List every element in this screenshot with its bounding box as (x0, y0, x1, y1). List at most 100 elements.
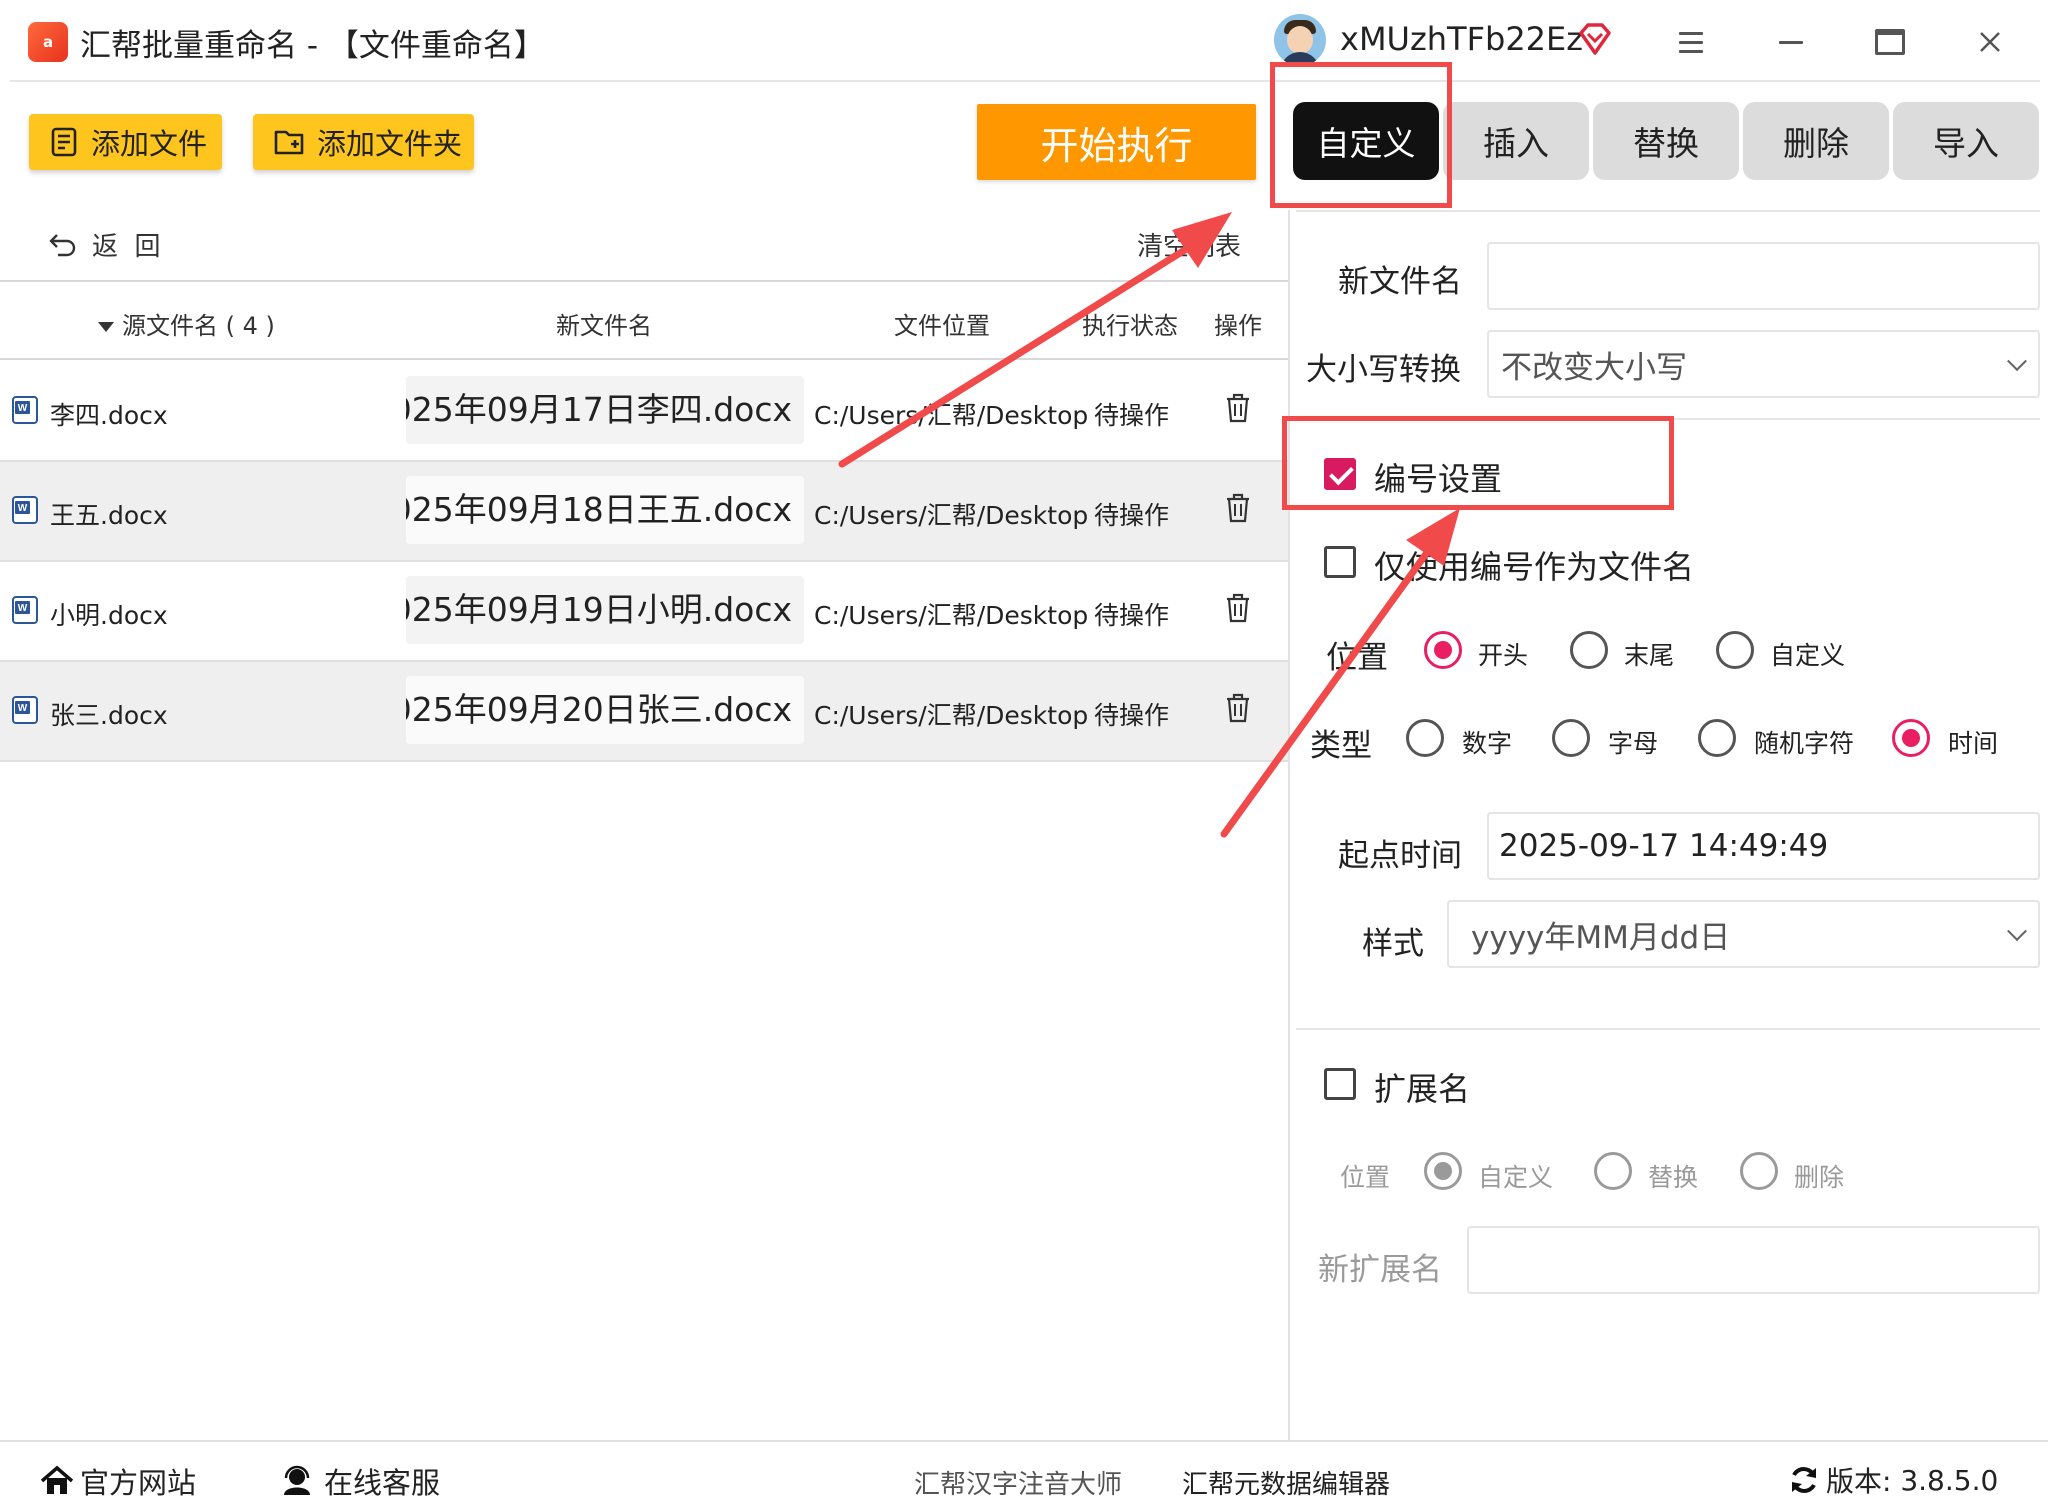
type-random-radio[interactable] (1698, 719, 1736, 757)
headset-icon (284, 1465, 310, 1495)
window-title: 汇帮批量重命名 - 【文件重命名】 (80, 28, 545, 64)
file-location: C:/Users/汇帮/Desktop (814, 501, 1089, 530)
file-location: C:/Users/汇帮/Desktop (814, 601, 1089, 630)
tab-import[interactable]: 导入 (1893, 102, 2039, 180)
ext-delete-radio[interactable] (1740, 1152, 1778, 1190)
menu-icon[interactable] (1667, 18, 1715, 66)
case-conversion-label: 大小写转换 (1306, 352, 1461, 388)
new-extension-input[interactable] (1467, 1226, 2040, 1294)
back-button[interactable]: 返 回 (48, 226, 161, 263)
position-end-radio[interactable] (1570, 631, 1608, 669)
version-info: 版本: 3.8.5.0 (1788, 1460, 1998, 1500)
header-source[interactable]: 源文件名 ( 4 ) (98, 306, 275, 341)
tab-delete[interactable]: 删除 (1743, 102, 1889, 180)
word-doc-icon: W (12, 696, 38, 724)
status-badge: 待操作 (1094, 501, 1170, 530)
source-filename: 小明.docx (50, 601, 168, 630)
trash-icon[interactable] (1224, 392, 1252, 424)
new-filename-field[interactable]: 2025年09月20日张三.docx (406, 676, 804, 744)
ext-delete-label: 删除 (1794, 1163, 1845, 1192)
minimize-button[interactable] (1767, 18, 1815, 66)
new-filename-field[interactable]: 2025年09月19日小明.docx (406, 576, 804, 644)
new-filename-field[interactable]: 2025年09月17日李四.docx (406, 376, 804, 444)
close-button[interactable] (1966, 18, 2014, 66)
user-avatar[interactable] (1274, 14, 1326, 66)
settings-divider (1296, 1028, 2040, 1030)
trash-icon[interactable] (1224, 692, 1252, 724)
trash-icon[interactable] (1224, 592, 1252, 624)
svg-text:W: W (18, 503, 28, 514)
home-icon (40, 1465, 74, 1494)
type-time-label: 时间 (1948, 729, 1999, 758)
pinyin-app-link[interactable]: 汇帮汉字注音大师 (914, 1464, 1122, 1501)
type-random-label: 随机字符 (1754, 729, 1855, 758)
start-button[interactable]: 开始执行 (977, 104, 1256, 180)
ext-custom-radio[interactable] (1424, 1152, 1462, 1190)
add-folder-button[interactable]: 添加文件夹 (253, 114, 474, 170)
extension-checkbox[interactable] (1324, 1068, 1356, 1100)
position-custom-label: 自定义 (1770, 641, 1846, 670)
chevron-down-icon (2007, 921, 2027, 942)
tab-replace[interactable]: 替换 (1593, 102, 1739, 180)
folder-add-icon (273, 126, 307, 158)
app-logo-icon: a (28, 22, 68, 62)
source-filename: 王五.docx (50, 501, 168, 530)
source-filename: 张三.docx (50, 701, 168, 730)
back-label: 返 回 (92, 232, 161, 262)
tab-insert[interactable]: 插入 (1443, 102, 1589, 180)
new-filename-label: 新文件名 (1338, 264, 1462, 300)
table-row[interactable]: W 王五.docx 2025年09月18日王五.docx C:/Users/汇帮… (0, 462, 1288, 562)
svg-text:W: W (18, 403, 28, 414)
type-letter-label: 字母 (1608, 729, 1659, 758)
ext-replace-radio[interactable] (1594, 1152, 1632, 1190)
date-style-select[interactable]: yyyy年MM月dd日 (1447, 900, 2040, 968)
maximize-button[interactable] (1866, 18, 1914, 66)
official-site-link[interactable]: 官方网站 (40, 1460, 196, 1502)
vip-diamond-icon[interactable] (1578, 22, 1612, 56)
add-file-button[interactable]: 添加文件 (29, 114, 222, 170)
status-bar: 官方网站 在线客服 汇帮汉字注音大师 汇帮元数据编辑器 版本: 3.8.5.0 (0, 1440, 2048, 1510)
type-time-radio[interactable] (1892, 719, 1930, 757)
status-badge: 待操作 (1094, 401, 1170, 430)
svg-text:W: W (18, 603, 28, 614)
add-file-label: 添加文件 (91, 127, 208, 161)
table-row[interactable]: W 小明.docx 2025年09月19日小明.docx C:/Users/汇帮… (0, 562, 1288, 662)
start-time-label: 起点时间 (1338, 838, 1462, 874)
online-support-link[interactable]: 在线客服 (280, 1460, 440, 1502)
annotation-box-custom-tab (1270, 62, 1452, 208)
clear-list-button[interactable]: 清空列表 (1137, 226, 1241, 263)
type-number-label: 数字 (1462, 729, 1513, 758)
status-badge: 待操作 (1094, 601, 1170, 630)
annotation-box-numbering (1282, 416, 1674, 510)
new-filename-input[interactable] (1487, 242, 2040, 310)
new-filename-field[interactable]: 2025年09月18日王五.docx (406, 476, 804, 544)
ext-replace-label: 替换 (1648, 1163, 1699, 1192)
refresh-icon[interactable] (1788, 1464, 1820, 1496)
start-time-input[interactable]: 2025-09-17 14:49:49 (1487, 812, 2040, 880)
file-list-header: 源文件名 ( 4 ) 新文件名 文件位置 执行状态 操作 (0, 282, 1288, 360)
panel-divider (1288, 210, 1290, 1440)
table-row[interactable]: W 李四.docx 2025年09月17日李四.docx C:/Users/汇帮… (0, 362, 1288, 462)
case-conversion-select[interactable]: 不改变大小写 (1487, 330, 2040, 398)
status-badge: 待操作 (1094, 701, 1170, 730)
position-start-radio[interactable] (1424, 631, 1462, 669)
file-list-icon (49, 126, 81, 158)
position-start-label: 开头 (1478, 641, 1529, 670)
svg-text:W: W (18, 703, 28, 714)
trash-icon[interactable] (1224, 492, 1252, 524)
header-status: 执行状态 (1082, 312, 1178, 340)
type-letter-radio[interactable] (1552, 719, 1590, 757)
ext-position-label: 位置 (1340, 1163, 1391, 1192)
type-number-radio[interactable] (1406, 719, 1444, 757)
username[interactable]: xMUzhTFb22Ez (1340, 20, 1583, 58)
only-number-checkbox[interactable] (1324, 546, 1356, 578)
metadata-editor-link[interactable]: 汇帮元数据编辑器 (1182, 1464, 1390, 1501)
position-custom-radio[interactable] (1716, 631, 1754, 669)
word-doc-icon: W (12, 596, 38, 624)
sort-caret-icon (98, 322, 114, 332)
title-bar: a 汇帮批量重命名 - 【文件重命名】 xMUzhTFb22Ez (0, 0, 2048, 84)
source-filename: 李四.docx (50, 401, 168, 430)
table-row[interactable]: W 张三.docx 2025年09月20日张三.docx C:/Users/汇帮… (0, 662, 1288, 762)
new-extension-label: 新扩展名 (1318, 1252, 1442, 1288)
word-doc-icon: W (12, 496, 38, 524)
